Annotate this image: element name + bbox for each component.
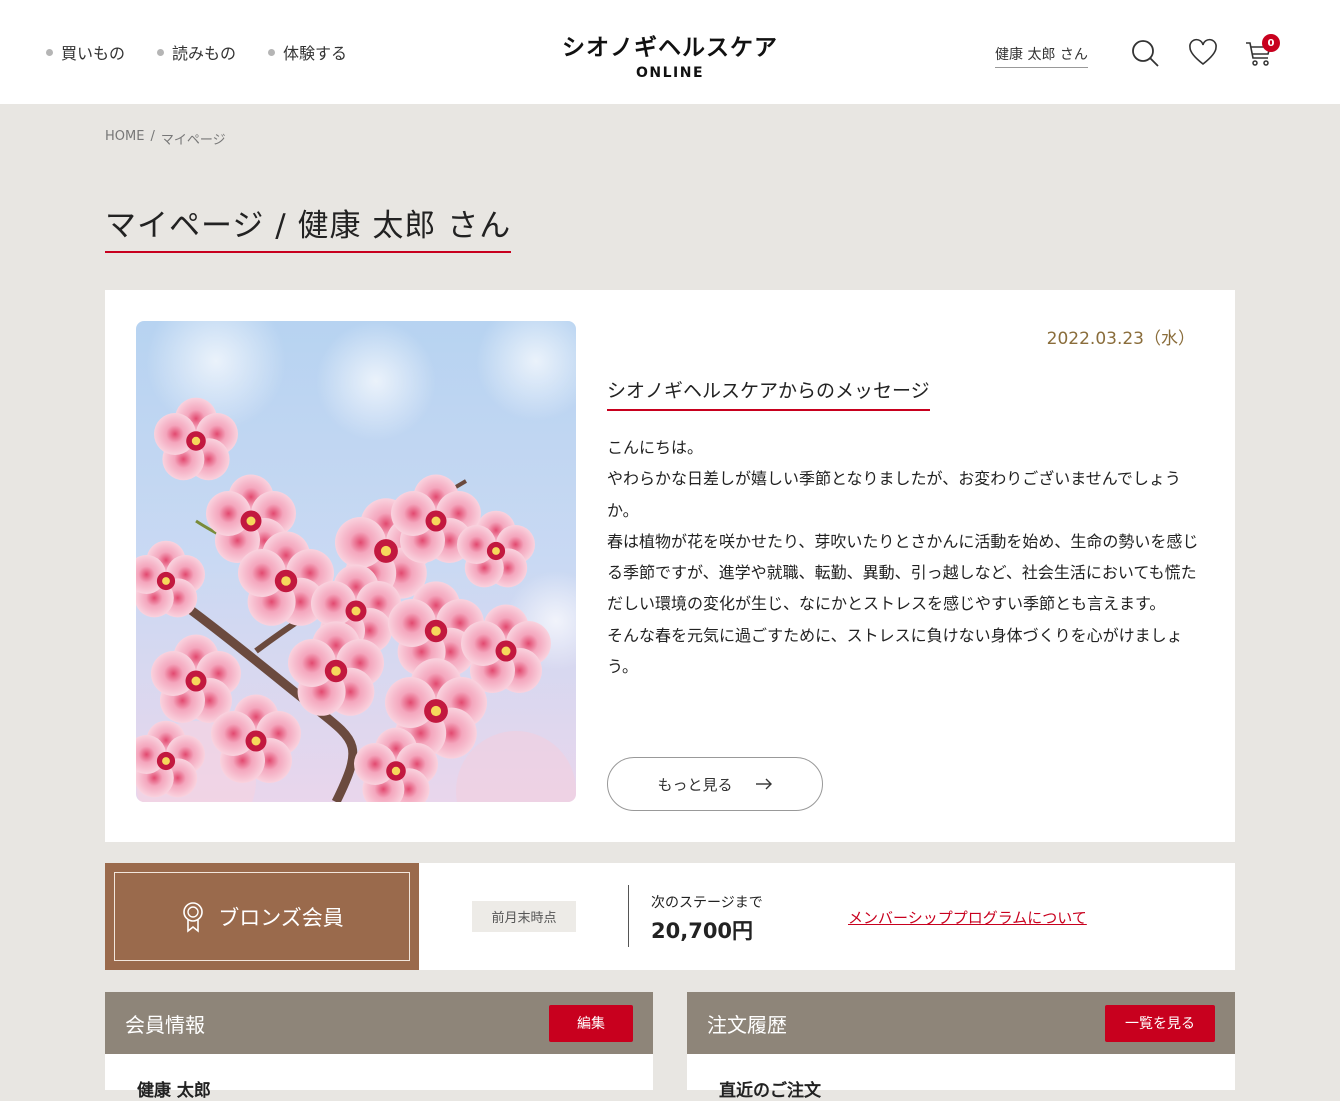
search-icon[interactable]: [1130, 38, 1160, 68]
nav-label: 読みもの: [172, 44, 237, 63]
next-stage-amount: 20,700円: [651, 919, 754, 943]
rank-label: ブロンズ会員: [218, 905, 344, 930]
heart-icon[interactable]: [1188, 38, 1218, 68]
breadcrumb-current: マイページ: [160, 133, 226, 148]
edit-button[interactable]: 編集: [549, 1004, 633, 1042]
panel-title: 注文履歴: [707, 1012, 787, 1037]
nav-item-reading[interactable]: 読みもの: [157, 40, 236, 64]
arrow-right-icon: [755, 778, 772, 790]
as-of-tag: 前月末時点: [472, 901, 576, 932]
cart-count-badge: 0: [1262, 34, 1280, 52]
page-title: マイページ / 健康 太郎 さん: [105, 200, 512, 253]
message-line: そんな春を元気に過ごすために、ストレスに負けない身体づくりを心がけましょう。: [607, 625, 1183, 677]
site-logo[interactable]: シオノギヘルスケア ONLINE: [530, 28, 810, 81]
nav-label: 買いもの: [61, 44, 126, 63]
message-line: 春は植物が花を咲かせたり、芽吹いたりとさかんに活動を始め、生命の勢いを感じる季節…: [607, 531, 1199, 614]
panel-header: 会員情報 編集: [105, 992, 653, 1054]
recent-orders-heading: 直近のご注文: [719, 1081, 821, 1101]
message-line: こんにちは。: [607, 438, 704, 457]
order-history-panel: 注文履歴 一覧を見る 直近のご注文: [687, 992, 1235, 1101]
breadcrumb-home[interactable]: HOME: [105, 129, 144, 148]
more-button[interactable]: もっと見る: [607, 757, 823, 811]
message-line: やわらかな日差しが嬉しい季節となりましたが、お変わりございませんでしょうか。: [607, 469, 1181, 520]
message-date: 2022.03.23（水）: [1046, 329, 1195, 349]
member-name: 健康 太郎: [137, 1081, 211, 1101]
message-card: 2022.03.23（水） シオノギヘルスケアからのメッセージ こんにちは。 や…: [105, 290, 1235, 842]
nav-item-shopping[interactable]: 買いもの: [46, 40, 125, 64]
panel-title: 会員情報: [125, 1012, 205, 1037]
panel-header: 注文履歴 一覧を見る: [687, 992, 1235, 1054]
logo-sub-text: ONLINE: [635, 65, 705, 81]
user-name-link[interactable]: 健康 太郎 さん: [995, 44, 1088, 68]
message-body: こんにちは。 やわらかな日差しが嬉しい季節となりましたが、お変わりございませんで…: [607, 432, 1207, 682]
next-stage-label: 次のステージまで: [651, 895, 763, 911]
bullet-dot: [268, 48, 276, 56]
membership-program-link[interactable]: メンバーシッププログラムについて: [848, 907, 1087, 928]
view-all-button[interactable]: 一覧を見る: [1105, 1004, 1215, 1042]
nav-item-experience[interactable]: 体験する: [268, 40, 347, 64]
member-info-panel: 会員情報 編集 健康 太郎: [105, 992, 653, 1101]
nav-label: 体験する: [283, 44, 348, 63]
site-header: 買いもの 読みもの 体験する シオノギヘルスケア ONLINE 健康 太郎 さん…: [0, 0, 1340, 104]
more-button-label: もっと見る: [657, 775, 733, 794]
bullet-dot: [46, 48, 53, 56]
logo-main-text: シオノギヘルスケア: [562, 35, 778, 61]
message-title: シオノギヘルスケアからのメッセージ: [607, 376, 930, 411]
main-nav: 買いもの 読みもの 体験する: [46, 40, 347, 64]
cherry-blossom-image: [136, 321, 576, 802]
breadcrumb-separator: /: [150, 129, 155, 144]
medal-icon: [183, 901, 204, 933]
divider: [628, 885, 629, 947]
membership-status: ブロンズ会員 前月末時点 次のステージまで 20,700円 メンバーシッププログ…: [105, 863, 1235, 970]
breadcrumb: HOME / マイページ: [105, 129, 226, 148]
bullet-dot: [157, 48, 165, 56]
rank-badge: ブロンズ会員: [105, 863, 419, 970]
